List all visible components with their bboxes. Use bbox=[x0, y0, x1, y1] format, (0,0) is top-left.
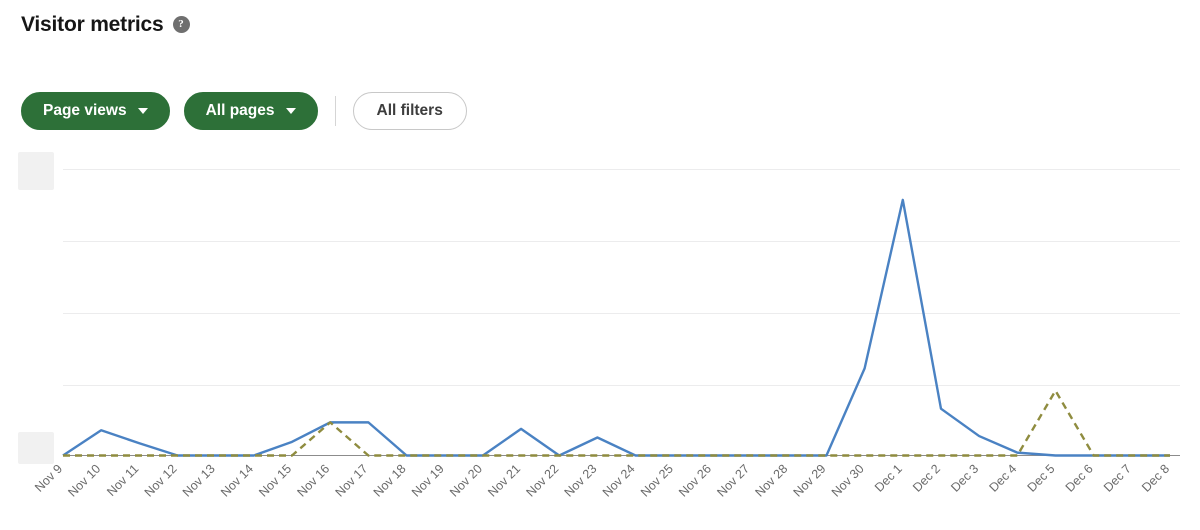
chevron-down-icon bbox=[137, 108, 148, 114]
x-tick-label: Dec 8 bbox=[1139, 462, 1172, 495]
x-tick-label: Dec 5 bbox=[1025, 462, 1058, 495]
x-tick-label: Nov 29 bbox=[791, 462, 829, 500]
chevron-down-icon bbox=[285, 108, 296, 114]
x-tick-label: Nov 15 bbox=[256, 462, 294, 500]
x-tick-label: Nov 24 bbox=[600, 462, 638, 500]
x-tick-label: Nov 20 bbox=[447, 462, 485, 500]
x-tick-label: Nov 19 bbox=[409, 462, 447, 500]
x-tick-label: Dec 6 bbox=[1063, 462, 1096, 495]
x-tick-label: Nov 10 bbox=[65, 462, 103, 500]
visitor-metrics-page: Visitor metrics ? Page views All pages A… bbox=[0, 0, 1200, 530]
filter-bar: Page views All pages All filters bbox=[21, 92, 467, 130]
scope-dropdown-button[interactable]: All pages bbox=[183, 92, 318, 130]
toolbar-divider bbox=[334, 96, 336, 126]
x-tick-label: Nov 14 bbox=[218, 462, 256, 500]
x-tick-label: Nov 26 bbox=[676, 462, 714, 500]
page-header: Visitor metrics ? bbox=[21, 14, 190, 35]
all-filters-button[interactable]: All filters bbox=[352, 92, 467, 130]
x-tick-label: Dec 4 bbox=[986, 462, 1019, 495]
x-tick-label: Dec 3 bbox=[948, 462, 981, 495]
scope-dropdown-label: All pages bbox=[205, 102, 275, 120]
help-circle-icon[interactable]: ? bbox=[172, 16, 190, 33]
metric-dropdown-label: Page views bbox=[43, 102, 127, 120]
page-title: Visitor metrics bbox=[21, 13, 164, 36]
y-axis-skeleton bbox=[18, 152, 54, 464]
chart-gridlines bbox=[63, 169, 1180, 386]
x-tick-label: Dec 7 bbox=[1101, 462, 1134, 495]
x-tick-label: Nov 9 bbox=[32, 462, 65, 495]
x-tick-label: Nov 13 bbox=[180, 462, 218, 500]
series-line-page-views bbox=[62, 198, 1170, 457]
x-tick-label: Nov 28 bbox=[752, 462, 790, 500]
x-tick-label: Nov 18 bbox=[371, 462, 409, 500]
all-filters-label: All filters bbox=[376, 102, 443, 120]
x-tick-label: Nov 17 bbox=[333, 462, 371, 500]
x-tick-label: Nov 23 bbox=[562, 462, 600, 500]
chart-x-tick-labels: Nov 9 Nov 10 Nov 11 Nov 12 Nov 13 Nov 14 Nov 1… bbox=[32, 462, 1172, 500]
chart-svg: Nov 9 Nov 10 Nov 11 Nov 12 Nov 13 Nov 14 Nov 1… bbox=[18, 152, 1180, 500]
x-tick-label: Nov 11 bbox=[104, 462, 141, 499]
x-tick-label: Nov 25 bbox=[638, 462, 676, 500]
x-tick-label: Dec 2 bbox=[910, 462, 943, 495]
visitor-metrics-chart: Nov 9 Nov 10 Nov 11 Nov 12 Nov 13 Nov 14 Nov 1… bbox=[0, 150, 1200, 530]
x-tick-label: Dec 1 bbox=[872, 462, 905, 495]
x-tick-label: Nov 16 bbox=[294, 462, 332, 500]
x-tick-label: Nov 21 bbox=[485, 462, 523, 500]
x-tick-label: Nov 22 bbox=[523, 462, 561, 500]
x-tick-label: Nov 30 bbox=[829, 462, 867, 500]
x-tick-label: Nov 27 bbox=[714, 462, 752, 500]
x-tick-label: Nov 12 bbox=[142, 462, 180, 500]
metric-dropdown-button[interactable]: Page views bbox=[21, 92, 170, 130]
